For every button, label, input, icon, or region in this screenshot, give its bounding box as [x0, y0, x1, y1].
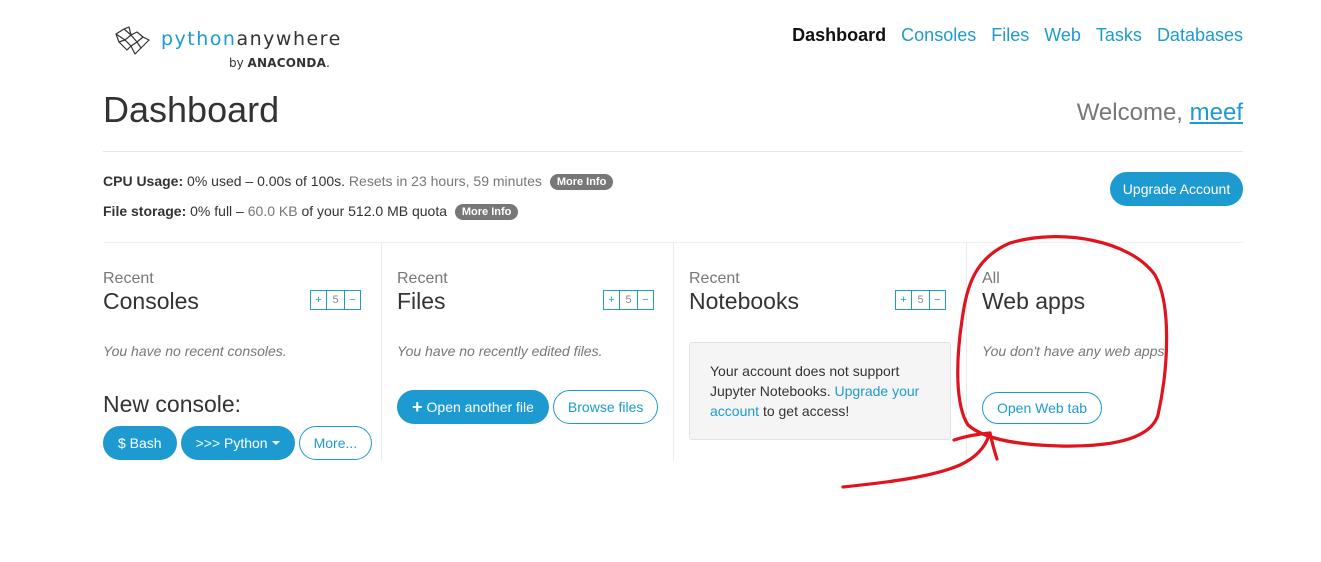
new-console-buttons: $ Bash >>> Python More...: [103, 426, 373, 460]
notebooks-panel: Recent Notebooks + 5 −: [689, 270, 951, 315]
logo-brand: ANACONDA: [247, 56, 327, 70]
column-divider: [381, 243, 382, 461]
browse-files-button[interactable]: Browse files: [552, 390, 659, 424]
notebooks-count-stepper: + 5 −: [895, 290, 946, 310]
new-console-heading: New console:: [103, 391, 242, 417]
files-decrease-button[interactable]: −: [637, 290, 654, 310]
logo-brand-suffix: .: [326, 56, 330, 70]
webapps-panel: All Web apps You don't have any web apps…: [982, 270, 1243, 359]
cpu-more-info-badge[interactable]: More Info: [549, 174, 614, 190]
webapps-empty-message: You don't have any web apps.: [982, 343, 1169, 359]
consoles-increase-button[interactable]: +: [310, 290, 327, 310]
welcome-message: Welcome, meef: [1077, 99, 1243, 127]
nav-files[interactable]: Files: [991, 25, 1029, 46]
cpu-reset-text: Resets in 23 hours, 59 minutes: [348, 173, 542, 189]
consoles-panel: Recent Consoles + 5 − You have no recent…: [103, 270, 366, 359]
logo-by: by: [229, 56, 244, 70]
cpu-usage-label: CPU Usage:: [103, 173, 184, 189]
page-title: Dashboard: [103, 89, 280, 130]
files-empty-message: You have no recently edited files.: [397, 343, 603, 359]
open-web-tab-button[interactable]: Open Web tab: [982, 392, 1103, 424]
nav-consoles[interactable]: Consoles: [901, 25, 976, 46]
column-divider: [673, 243, 674, 461]
nav-web[interactable]: Web: [1044, 25, 1081, 46]
nav-databases[interactable]: Databases: [1157, 25, 1243, 46]
python-console-dropdown[interactable]: >>> Python: [180, 426, 295, 460]
more-consoles-button[interactable]: More...: [298, 426, 373, 460]
notebooks-notice-suffix: to get access!: [762, 403, 850, 419]
storage-more-info-badge[interactable]: More Info: [454, 204, 519, 220]
file-storage: File storage: 0% full – 60.0 KB of your …: [103, 203, 519, 220]
python-logo-icon: [115, 26, 150, 55]
plus-icon: +: [412, 397, 423, 417]
file-buttons: + Open another file Browse files: [397, 390, 659, 424]
logo-byline: by ANACONDA.: [229, 56, 330, 70]
logo-word-python: python: [161, 28, 237, 50]
files-count-value: 5: [620, 290, 637, 310]
file-storage-quota: of your 512.0 MB quota: [301, 203, 447, 219]
notebooks-upgrade-notice: Your account does not support Jupyter No…: [689, 342, 951, 440]
notebooks-decrease-button[interactable]: −: [929, 290, 946, 310]
cpu-usage-value: 0% used – 0.00s of 100s.: [187, 173, 346, 189]
notebooks-increase-button[interactable]: +: [895, 290, 912, 310]
pythonanywhere-logo[interactable]: pythonanywhere by ANACONDA.: [113, 26, 353, 76]
bash-console-button[interactable]: $ Bash: [103, 426, 177, 460]
webapps-subtitle: All: [982, 270, 1000, 287]
open-another-file-label: Open another file: [426, 399, 534, 415]
column-divider: [966, 243, 967, 461]
files-increase-button[interactable]: +: [603, 290, 620, 310]
file-storage-used: 60.0 KB: [247, 203, 298, 219]
files-panel: Recent Files + 5 − You have no recently …: [397, 270, 659, 359]
main-nav: Dashboard Consoles Files Web Tasks Datab…: [777, 25, 1243, 46]
consoles-count-stepper: + 5 −: [310, 290, 361, 310]
open-another-file-button[interactable]: + Open another file: [397, 390, 549, 424]
file-storage-percent: 0% full –: [190, 203, 244, 219]
upgrade-account-button[interactable]: Upgrade Account: [1110, 172, 1243, 206]
logo-wordmark: pythonanywhere: [161, 28, 342, 50]
python-console-label: >>> Python: [195, 435, 268, 451]
files-subtitle: Recent: [397, 270, 448, 287]
file-storage-label: File storage:: [103, 203, 187, 219]
files-count-stepper: + 5 −: [603, 290, 654, 310]
nav-dashboard[interactable]: Dashboard: [792, 25, 886, 46]
notebooks-subtitle: Recent: [689, 270, 740, 287]
cpu-usage: CPU Usage: 0% used – 0.00s of 100s. Rese…: [103, 173, 614, 190]
header-divider: [103, 151, 1243, 152]
webapps-title: Web apps: [982, 288, 1086, 314]
consoles-empty-message: You have no recent consoles.: [103, 343, 287, 359]
consoles-decrease-button[interactable]: −: [344, 290, 361, 310]
welcome-prefix: Welcome,: [1076, 99, 1183, 126]
username-link[interactable]: meef: [1190, 99, 1243, 126]
logo-word-anywhere: anywhere: [236, 28, 342, 50]
consoles-count-value: 5: [327, 290, 344, 310]
consoles-subtitle: Recent: [103, 270, 154, 287]
notebooks-count-value: 5: [912, 290, 929, 310]
nav-tasks[interactable]: Tasks: [1096, 25, 1142, 46]
caret-down-icon: [271, 441, 280, 445]
